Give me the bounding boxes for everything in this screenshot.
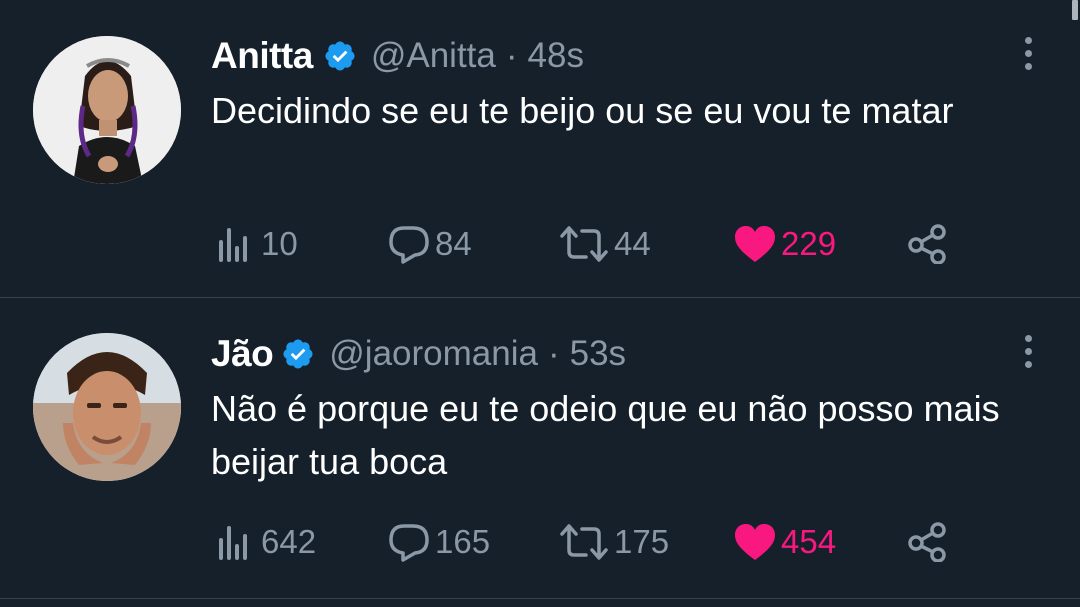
views-button[interactable]: 642	[213, 520, 316, 564]
share-icon	[908, 224, 946, 264]
heart-icon	[735, 226, 775, 262]
reply-button[interactable]: 84	[387, 222, 472, 266]
tweet-header: Anitta @Anitta · 48s	[211, 35, 584, 77]
speech-bubble-icon	[389, 524, 429, 562]
avatar-image	[33, 36, 181, 184]
verified-badge-icon	[283, 339, 313, 369]
separator: ·	[547, 334, 560, 373]
retweet-icon	[560, 524, 608, 560]
share-button[interactable]	[906, 222, 950, 266]
timestamp[interactable]: 53s	[570, 334, 626, 374]
handle[interactable]: @Anitta	[371, 36, 496, 76]
like-count: 454	[781, 523, 837, 560]
reply-button[interactable]: 165	[387, 520, 490, 564]
tweet-header: Jão @jaoromania · 53s	[211, 333, 626, 375]
more-vertical-icon[interactable]	[1022, 37, 1034, 71]
tweet-text: Decidindo se eu te beijo ou se eu vou te…	[211, 90, 954, 131]
action-bar: 10 84 44 229	[213, 222, 973, 266]
bar-chart-icon	[219, 526, 247, 560]
bar-chart-icon	[219, 228, 247, 262]
retweet-button[interactable]: 175	[558, 520, 669, 564]
like-count: 229	[781, 225, 837, 262]
action-bar: 642 165 175 454	[213, 520, 973, 564]
speech-bubble-icon	[389, 226, 429, 264]
views-count: 10	[261, 225, 298, 262]
like-button[interactable]: 229	[733, 222, 836, 266]
handle[interactable]: @jaoromania	[329, 334, 538, 374]
display-name[interactable]: Anitta	[211, 35, 313, 77]
reply-count: 84	[435, 225, 472, 262]
tweet[interactable]: Jão @jaoromania · 53s Não é porque eu te…	[0, 298, 1080, 599]
avatar[interactable]	[33, 36, 181, 184]
retweet-count: 44	[614, 225, 651, 262]
share-button[interactable]	[906, 520, 950, 564]
retweet-button[interactable]: 44	[558, 222, 651, 266]
reply-count: 165	[435, 523, 491, 560]
more-vertical-icon[interactable]	[1022, 335, 1034, 369]
verified-badge-icon	[325, 41, 355, 71]
separator: ·	[505, 36, 518, 75]
views-button[interactable]: 10	[213, 222, 298, 266]
timestamp[interactable]: 48s	[528, 36, 584, 76]
avatar-image	[33, 333, 181, 481]
tweet-text: Não é porque eu te odeio que eu não poss…	[211, 388, 1000, 482]
retweet-count: 175	[614, 523, 670, 560]
display-name[interactable]: Jão	[211, 333, 274, 375]
tweet[interactable]: Anitta @Anitta · 48s Decidindo se eu te …	[0, 0, 1080, 298]
views-count: 642	[261, 523, 317, 560]
like-button[interactable]: 454	[733, 520, 836, 564]
avatar[interactable]	[33, 333, 181, 481]
heart-icon	[735, 524, 775, 560]
share-icon	[908, 522, 946, 562]
retweet-icon	[560, 226, 608, 262]
